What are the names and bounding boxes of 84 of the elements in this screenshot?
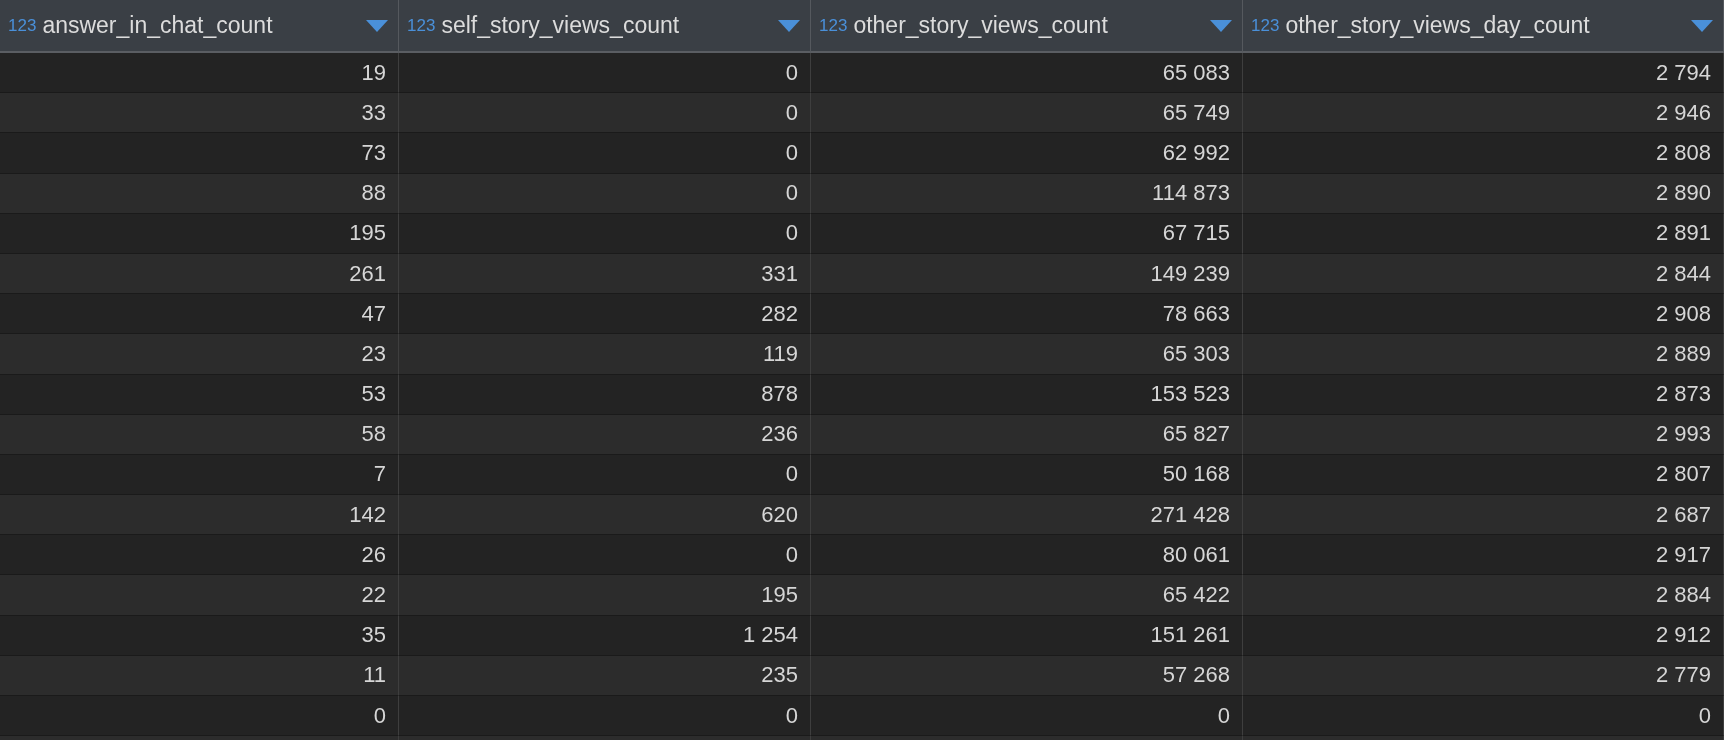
table-cell: 35 bbox=[0, 615, 399, 656]
table-cell: 2 908 bbox=[1243, 294, 1724, 335]
table-cell: 271 428 bbox=[811, 495, 1243, 536]
table-cell: 33 bbox=[0, 93, 399, 134]
table-cell: 62 992 bbox=[811, 133, 1243, 174]
table-cell: 2 891 bbox=[1243, 213, 1724, 254]
column-header[interactable]: 123 self_story_views_count bbox=[399, 0, 811, 53]
table-cell: 65 749 bbox=[811, 93, 1243, 134]
table-cell: 58 bbox=[0, 414, 399, 455]
column-header[interactable]: 123 answer_in_chat_count bbox=[0, 0, 399, 53]
table-cell: 2 844 bbox=[1243, 253, 1724, 295]
table-cell: 282 bbox=[399, 294, 811, 335]
table-cell: 2 794 bbox=[1243, 53, 1724, 94]
table-cell: 0 bbox=[399, 53, 811, 94]
table-cell: 151 261 bbox=[811, 615, 1243, 656]
table-cell: 2 890 bbox=[1243, 173, 1724, 214]
table-cell: 11 bbox=[0, 655, 399, 696]
table-cell: 7 bbox=[0, 454, 399, 496]
table-cell: 195 bbox=[0, 213, 399, 254]
table-cell: 0 bbox=[399, 173, 811, 214]
table-cell: 65 083 bbox=[811, 53, 1243, 94]
sort-dropdown-icon[interactable] bbox=[778, 19, 800, 32]
table-cell: 0 bbox=[1243, 696, 1724, 737]
numeric-type-label: 123 bbox=[1251, 15, 1280, 36]
table-cell: 2 917 bbox=[1243, 535, 1724, 576]
table-cell: 878 bbox=[399, 374, 811, 415]
sort-dropdown-icon[interactable] bbox=[1691, 19, 1713, 32]
table-cell: 2 884 bbox=[1243, 575, 1724, 616]
table-cell: 142 bbox=[0, 495, 399, 536]
table-cell: 65 303 bbox=[811, 334, 1243, 375]
table-cell: 2 807 bbox=[1243, 454, 1724, 496]
sort-dropdown-icon[interactable] bbox=[366, 19, 388, 32]
table-cell: 0 bbox=[0, 696, 399, 737]
table-cell: 620 bbox=[399, 495, 811, 536]
numeric-type-label: 123 bbox=[8, 15, 37, 36]
table-cell: 50 168 bbox=[811, 454, 1243, 496]
table-cell: 19 bbox=[0, 53, 399, 94]
table-cell: 1 254 bbox=[399, 615, 811, 656]
table-cell: 88 bbox=[0, 173, 399, 214]
table-cell: 73 bbox=[0, 133, 399, 174]
table-cell: 26 bbox=[0, 535, 399, 576]
table-cell: 2 889 bbox=[1243, 334, 1724, 375]
table-cell: 114 873 bbox=[811, 173, 1243, 214]
table-cell: 0 bbox=[811, 696, 1243, 737]
column-name: self_story_views_count bbox=[441, 12, 681, 39]
table-cell: 2 912 bbox=[1243, 615, 1724, 656]
table-cell: 65 422 bbox=[811, 575, 1243, 616]
sort-dropdown-icon[interactable] bbox=[1210, 19, 1232, 32]
table-cell: 2 993 bbox=[1243, 414, 1724, 455]
table-cell: 23 bbox=[0, 334, 399, 375]
table-cell: 0 bbox=[399, 535, 811, 576]
table-cell: 0 bbox=[399, 133, 811, 174]
table-cell: 78 663 bbox=[811, 294, 1243, 335]
table-cell: 22 bbox=[0, 575, 399, 616]
table-cell: 47 bbox=[0, 294, 399, 335]
table-cell: 0 bbox=[399, 454, 811, 496]
column-name: other_story_views_day_count bbox=[1285, 12, 1591, 39]
table-cell: 2 873 bbox=[1243, 374, 1724, 415]
table-cell: 2 779 bbox=[1243, 655, 1724, 696]
table-cell: 65 827 bbox=[811, 414, 1243, 455]
table-cell: 261 bbox=[0, 253, 399, 295]
column-header[interactable]: 123 other_story_views_day_count bbox=[1243, 0, 1724, 53]
table-cell: 0 bbox=[399, 213, 811, 254]
table-cell: 236 bbox=[399, 414, 811, 455]
table-cell: 0 bbox=[399, 696, 811, 737]
column-name: other_story_views_count bbox=[853, 12, 1109, 39]
table-cell: 2 687 bbox=[1243, 495, 1724, 536]
table-cell: 53 bbox=[0, 374, 399, 415]
table-cell: 153 523 bbox=[811, 374, 1243, 415]
table-cell: 80 061 bbox=[811, 535, 1243, 576]
table-cell: 67 715 bbox=[811, 213, 1243, 254]
table-cell: 119 bbox=[399, 334, 811, 375]
table-cell: 57 268 bbox=[811, 655, 1243, 696]
table-cell: 195 bbox=[399, 575, 811, 616]
table-cell: 331 bbox=[399, 253, 811, 295]
table-cell: 0 bbox=[399, 93, 811, 134]
table-cell: 235 bbox=[399, 655, 811, 696]
column-header[interactable]: 123 other_story_views_count bbox=[811, 0, 1243, 53]
numeric-type-label: 123 bbox=[819, 15, 848, 36]
numeric-type-label: 123 bbox=[407, 15, 436, 36]
table-cell: 2 946 bbox=[1243, 93, 1724, 134]
table-cell: 2 808 bbox=[1243, 133, 1724, 174]
table-cell: 149 239 bbox=[811, 253, 1243, 295]
column-name: answer_in_chat_count bbox=[42, 12, 274, 39]
